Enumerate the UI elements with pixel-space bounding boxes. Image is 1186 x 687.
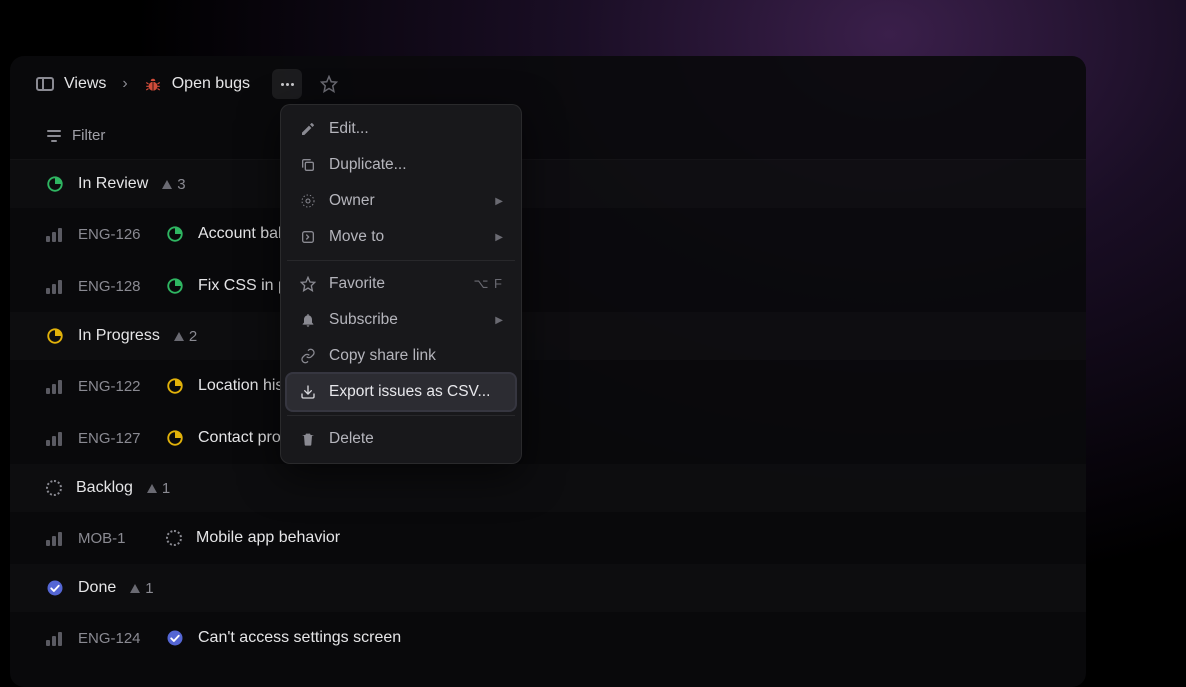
issue-id: ENG-127 [78, 430, 152, 447]
issue-row[interactable]: MOB-1 Mobile app behavior [10, 512, 1086, 564]
group-label: Done [78, 579, 116, 597]
breadcrumb-current[interactable]: Open bugs [134, 69, 260, 99]
context-menu: Edit... Duplicate... Owner ▶ Move to ▶ F… [280, 104, 522, 464]
menu-shortcut: ⌥ F [473, 276, 503, 292]
chevron-right-icon: ▶ [495, 315, 503, 326]
menu-item-trash[interactable]: Delete [287, 421, 515, 457]
priority-icon [46, 430, 64, 446]
group-count: 3 [162, 176, 185, 193]
pencil-icon [299, 120, 317, 138]
favorite-star-icon[interactable] [320, 75, 338, 93]
menu-item-move[interactable]: Move to ▶ [287, 219, 515, 255]
group-header-done[interactable]: Done 1 [10, 564, 1086, 612]
bug-icon [144, 75, 162, 93]
menu-item-label: Edit... [329, 120, 369, 138]
filter-button[interactable]: Filter [46, 127, 105, 144]
menu-item-label: Delete [329, 430, 374, 448]
group-count: 1 [147, 480, 170, 497]
menu-item-bell[interactable]: Subscribe ▶ [287, 302, 515, 338]
menu-item-star[interactable]: Favorite ⌥ F [287, 266, 515, 302]
owner-icon [299, 192, 317, 210]
star-icon [299, 275, 317, 293]
group-label: Backlog [76, 479, 133, 497]
issue-row[interactable]: ENG-127 Contact prof [10, 412, 1086, 464]
menu-separator [287, 260, 515, 261]
priority-icon [46, 226, 64, 242]
priority-icon [46, 530, 64, 546]
issue-title: Account bal [198, 225, 282, 243]
menu-item-duplicate[interactable]: Duplicate... [287, 147, 515, 183]
group-header-in_progress[interactable]: In Progress 2 [10, 312, 1086, 360]
menu-item-label: Owner [329, 192, 375, 210]
issue-title: Location his [198, 377, 283, 395]
panel-icon [36, 77, 54, 91]
issue-row[interactable]: ENG-126 Account bal [10, 208, 1086, 260]
menu-item-label: Move to [329, 228, 384, 246]
move-icon [299, 228, 317, 246]
group-label: In Review [78, 175, 148, 193]
issue-title: Can't access settings screen [198, 629, 401, 647]
download-icon [299, 383, 317, 401]
issue-title: Mobile app behavior [196, 529, 340, 547]
issue-id: ENG-124 [78, 630, 152, 647]
issue-row[interactable]: ENG-128 Fix CSS in pa [10, 260, 1086, 312]
menu-item-label: Copy share link [329, 347, 436, 365]
issue-id: MOB-1 [78, 530, 152, 547]
group-header-backlog[interactable]: Backlog 1 [10, 464, 1086, 512]
link-icon [299, 347, 317, 365]
menu-separator [287, 415, 515, 416]
trash-icon [299, 430, 317, 448]
menu-item-pencil[interactable]: Edit... [287, 111, 515, 147]
group-count: 1 [130, 580, 153, 597]
filter-label: Filter [72, 127, 105, 144]
chevron-right-icon: ▶ [495, 232, 503, 243]
chevron-right-icon: ▶ [495, 196, 503, 207]
menu-item-download[interactable]: Export issues as CSV... [287, 374, 515, 410]
breadcrumb-current-label: Open bugs [172, 75, 250, 93]
breadcrumb-views[interactable]: Views [26, 69, 116, 99]
issue-row[interactable]: ENG-124 Can't access settings screen [10, 612, 1086, 664]
group-label: In Progress [78, 327, 160, 345]
issue-id: ENG-122 [78, 378, 152, 395]
menu-item-owner[interactable]: Owner ▶ [287, 183, 515, 219]
menu-item-label: Subscribe [329, 311, 398, 329]
duplicate-icon [299, 156, 317, 174]
menu-item-label: Duplicate... [329, 156, 407, 174]
issue-row[interactable]: ENG-122 Location his [10, 360, 1086, 412]
priority-icon [46, 630, 64, 646]
bell-icon [299, 311, 317, 329]
more-button[interactable] [272, 69, 302, 99]
breadcrumb-separator: › [122, 75, 127, 93]
priority-icon [46, 378, 64, 394]
filter-icon [46, 130, 62, 142]
filter-bar: Filter [10, 112, 1086, 160]
issue-id: ENG-126 [78, 226, 152, 243]
app-window: Views › Open bugs Fil [10, 56, 1086, 687]
menu-item-label: Export issues as CSV... [329, 383, 490, 401]
group-header-in_review[interactable]: In Review 3 [10, 160, 1086, 208]
breadcrumb-views-label: Views [64, 75, 106, 93]
menu-item-link[interactable]: Copy share link [287, 338, 515, 374]
issues-list: In Review 3 ENG-126 Account bal ENG-128 … [10, 160, 1086, 664]
priority-icon [46, 278, 64, 294]
group-count: 2 [174, 328, 197, 345]
issue-id: ENG-128 [78, 278, 152, 295]
header: Views › Open bugs [10, 56, 1086, 112]
menu-item-label: Favorite [329, 275, 385, 293]
issue-title: Contact prof [198, 429, 285, 447]
